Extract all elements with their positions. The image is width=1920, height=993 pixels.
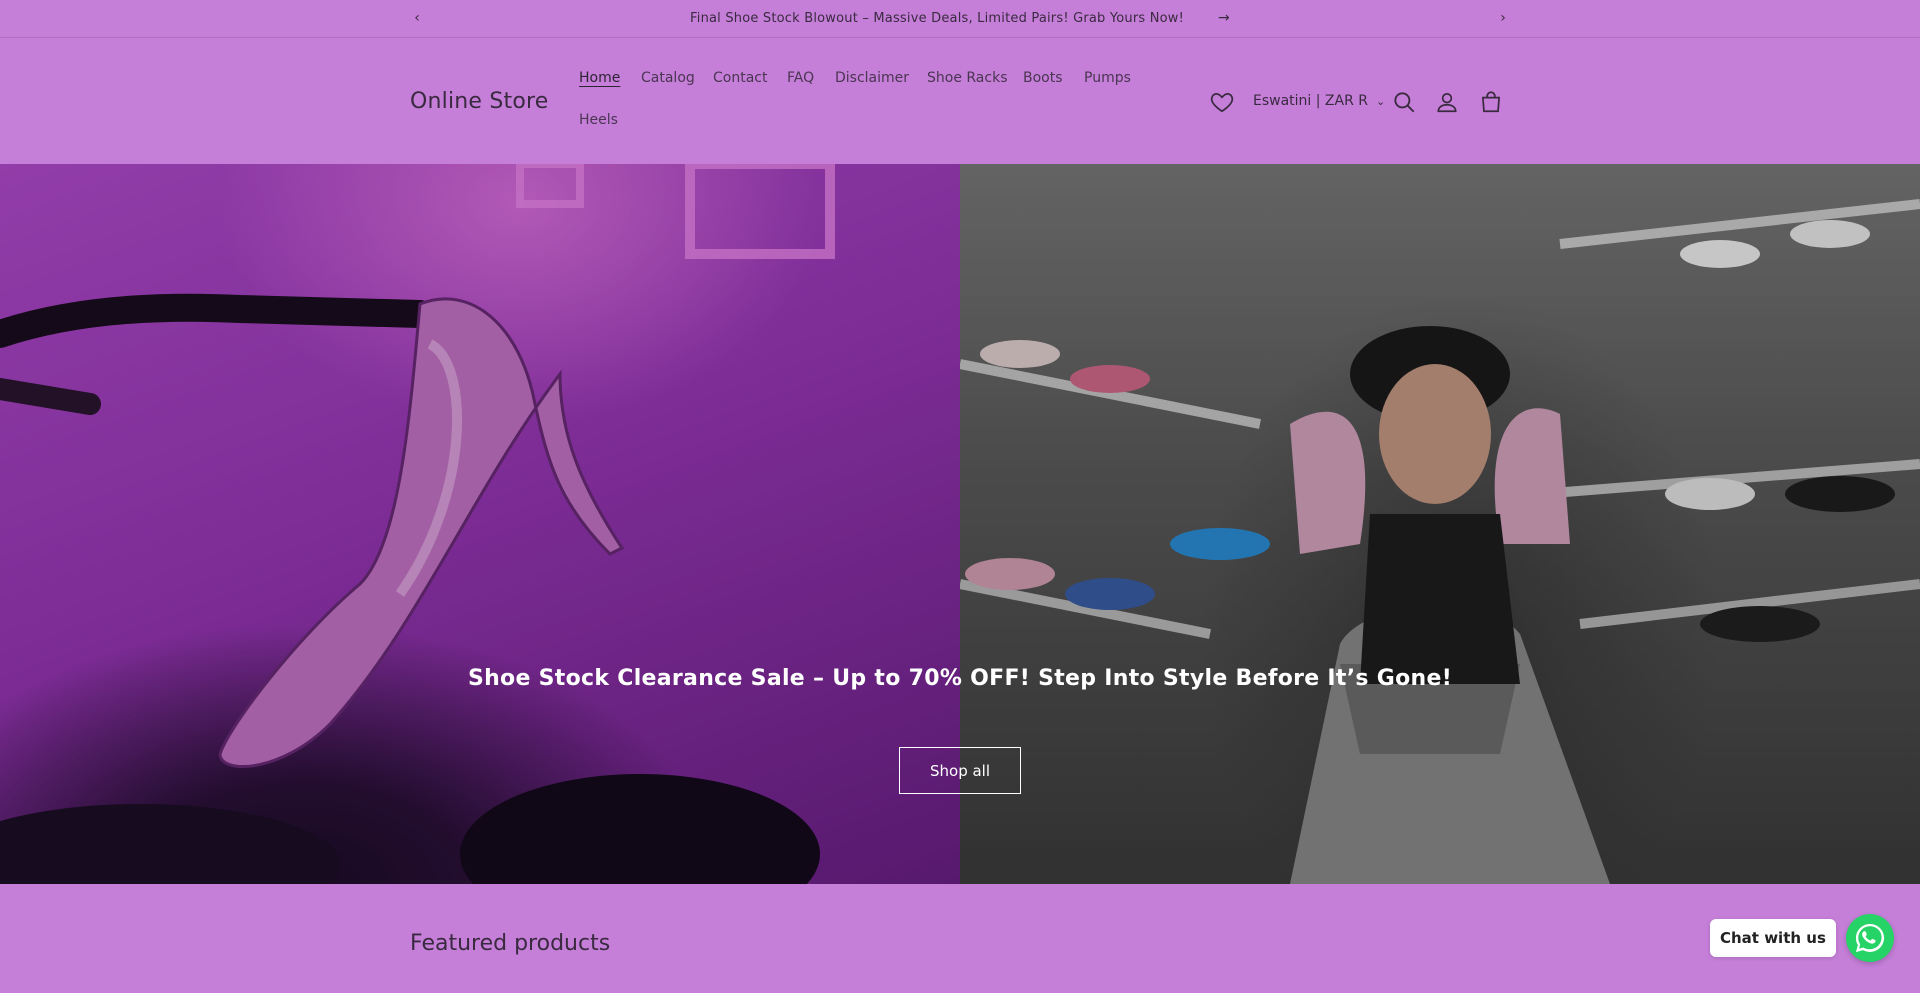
site-header: Online Store Home Catalog Contact FAQ Di… [0,39,1920,164]
chevron-right-icon[interactable]: › [1493,8,1513,28]
nav-item-home[interactable]: Home [579,70,620,86]
account-icon[interactable] [1434,89,1460,115]
chat-with-us-label[interactable]: Chat with us [1710,919,1836,957]
store-logo[interactable]: Online Store [410,89,549,114]
whatsapp-icon[interactable] [1846,914,1894,962]
nav-item-heels[interactable]: Heels [579,112,618,128]
locale-label: Eswatini | ZAR R [1253,93,1369,109]
search-icon[interactable] [1391,89,1417,115]
announcement-bar: ‹ Final Shoe Stock Blowout – Massive Dea… [0,0,1920,38]
announcement-message[interactable]: Final Shoe Stock Blowout – Massive Deals… [0,10,1920,26]
nav-item-faq[interactable]: FAQ [787,70,814,86]
hero-title: Shoe Stock Clearance Sale – Up to 70% OF… [467,666,1453,691]
nav-item-shoe-racks[interactable]: Shoe Racks [927,70,1008,86]
nav-item-disclaimer[interactable]: Disclaimer [835,70,909,86]
locale-selector[interactable]: Eswatini | ZAR R ⌄ [1253,93,1385,109]
arrow-right-icon[interactable]: → [1218,10,1230,26]
nav-item-contact[interactable]: Contact [713,70,767,86]
nav-item-pumps[interactable]: Pumps [1084,70,1131,86]
nav-item-boots[interactable]: Boots [1023,70,1063,86]
shop-all-button[interactable]: Shop all [899,747,1021,794]
heart-icon[interactable] [1209,89,1235,115]
hero-banner: Shoe Stock Clearance Sale – Up to 70% OF… [0,164,1920,884]
announcement-text[interactable]: Final Shoe Stock Blowout – Massive Deals… [690,11,1184,26]
nav-item-catalog[interactable]: Catalog [641,70,695,86]
featured-products-heading: Featured products [410,931,611,956]
cart-icon[interactable] [1478,89,1504,115]
chevron-down-icon: ⌄ [1376,95,1386,108]
